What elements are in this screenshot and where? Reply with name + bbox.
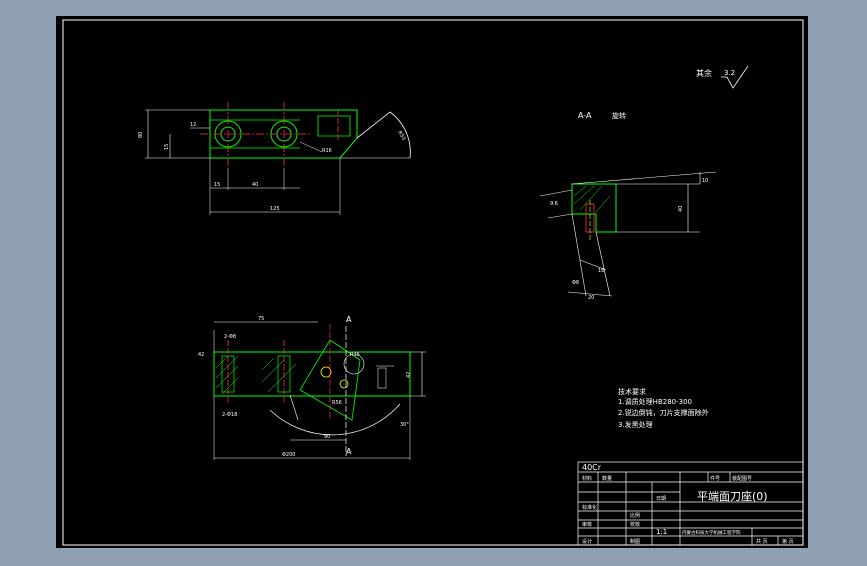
dim-text: 20 bbox=[588, 295, 594, 301]
cad-drawing-canvas: 其余 3.2 A-A 旋转 80 15 15 40 125 R50 R16 12… bbox=[0, 0, 867, 562]
title-label: 日期 bbox=[656, 496, 666, 502]
dim-text: 2-Φ8 bbox=[224, 334, 236, 340]
dim-text: 42 bbox=[406, 372, 412, 378]
dim-text: 42 bbox=[198, 352, 204, 358]
title-label: 装配图号 bbox=[732, 475, 752, 482]
title-label: 数量 bbox=[602, 475, 612, 482]
title-label: 设计 bbox=[582, 538, 592, 545]
dim-text: 2-Φ18 bbox=[222, 412, 237, 418]
dim-text: 90 bbox=[324, 434, 330, 440]
school-name: 内蒙古科技大学机械工程学院 bbox=[682, 529, 741, 536]
title-label: 材料 bbox=[582, 475, 592, 482]
section-label-rotate: 旋转 bbox=[612, 111, 626, 120]
title-label: 件号 bbox=[710, 475, 720, 482]
title-label: 审核 bbox=[582, 521, 592, 528]
dim-text: 16 bbox=[598, 268, 604, 274]
title-label: 制图 bbox=[630, 538, 640, 545]
title-label: 标准化 bbox=[582, 504, 597, 511]
material-value: 40Cr bbox=[582, 463, 602, 472]
drawing-sheet bbox=[56, 16, 808, 548]
roughness-label: 其余 bbox=[696, 68, 712, 78]
dim-text: 15 bbox=[164, 144, 170, 150]
title-label: 共 页 bbox=[756, 538, 768, 545]
scale-value: 1:1 bbox=[656, 528, 667, 536]
dim-text: R56 bbox=[332, 400, 342, 406]
tech-req-title: 技术要求 bbox=[618, 387, 646, 396]
tech-req-item: 1.调质处理HB280-300 bbox=[618, 397, 692, 406]
tech-req-item: 3.发黑处理 bbox=[618, 420, 653, 429]
dim-text: 40 bbox=[252, 182, 258, 188]
title-label: 第 页 bbox=[782, 538, 794, 545]
title-label: 校核 bbox=[630, 521, 640, 528]
dim-text: 12 bbox=[190, 122, 196, 128]
dim-text: Φ200 bbox=[282, 452, 295, 458]
cad-drawing: 其余 3.2 A-A 旋转 80 15 15 40 125 R50 R16 12… bbox=[56, 16, 808, 548]
dim-text: 75 bbox=[258, 316, 264, 322]
dim-text: 80 bbox=[138, 132, 144, 138]
dim-text: 15 bbox=[214, 182, 220, 188]
dim-text: 40 bbox=[678, 206, 684, 212]
dim-text: 30° bbox=[400, 422, 409, 428]
dim-text: R16 bbox=[322, 148, 332, 154]
part-name: 平端面刀座(0) bbox=[697, 489, 768, 503]
section-label-aa: A-A bbox=[578, 111, 592, 120]
dim-text: R35 bbox=[350, 352, 360, 358]
dim-text: Φ8 bbox=[572, 280, 579, 286]
dim-text: 10 bbox=[702, 178, 708, 184]
section-marker-bottom: A bbox=[346, 447, 352, 456]
title-label: 比例 bbox=[630, 512, 640, 519]
section-marker-top: A bbox=[346, 315, 352, 324]
dim-text: 9.6 bbox=[550, 201, 558, 207]
tech-req-item: 2.锐边倒钝，刀片支撑面除外 bbox=[618, 408, 709, 417]
dim-text: 125 bbox=[270, 206, 280, 212]
roughness-value: 3.2 bbox=[724, 69, 735, 77]
